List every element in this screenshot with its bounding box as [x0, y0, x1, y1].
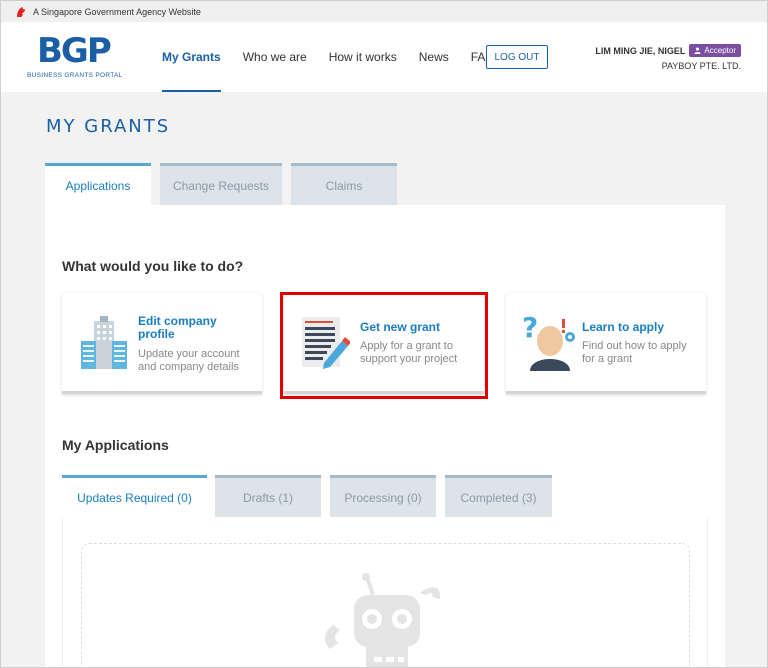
nav-news[interactable]: News [419, 22, 449, 92]
subtab-updates-required[interactable]: Updates Required (0) [62, 475, 207, 517]
building-icon [81, 316, 127, 369]
svg-text:?: ? [522, 311, 538, 344]
subtab-drafts[interactable]: Drafts (1) [215, 475, 321, 517]
card-learn-to-apply[interactable]: ? Learn to apply Find out how to apply f… [506, 293, 706, 394]
singapore-lion-icon [17, 6, 25, 17]
bgp-logo[interactable]: BGP BUSINESS GRANTS PORTAL [27, 34, 122, 84]
page-title: MY GRANTS [46, 116, 171, 137]
action-question: What would you like to do? [62, 258, 244, 274]
nav-my-grants[interactable]: My Grants [162, 22, 221, 92]
my-applications-heading: My Applications [62, 437, 169, 453]
gov-banner: A Singapore Government Agency Website [1, 1, 767, 22]
tab-claims[interactable]: Claims [291, 163, 397, 205]
person-icon [694, 47, 701, 54]
card-title: Edit company profile [138, 314, 217, 341]
site-header: BGP BUSINESS GRANTS PORTAL My Grants Who… [1, 22, 767, 92]
logo-subtitle: BUSINESS GRANTS PORTAL [27, 72, 123, 79]
logo-mark: BGP [37, 31, 112, 71]
nav-who-we-are[interactable]: Who we are [243, 22, 307, 92]
tab-applications[interactable]: Applications [45, 163, 151, 205]
user-info: LIM MING JIE, NIGEL Acceptor PAYBOY PTE.… [595, 44, 741, 71]
subtab-completed[interactable]: Completed (3) [445, 475, 552, 517]
card-edit-company-profile[interactable]: Edit company profile Update your account… [62, 293, 262, 394]
card-description: Find out how to apply for a grant [582, 340, 687, 365]
selection-highlight [280, 292, 488, 399]
role-label: Acceptor [704, 46, 736, 55]
tab-change-requests[interactable]: Change Requests [160, 163, 282, 205]
subtab-processing[interactable]: Processing (0) [330, 475, 436, 517]
role-badge: Acceptor [689, 44, 741, 57]
card-title: Learn to apply [582, 320, 665, 334]
logout-button[interactable]: LOG OUT [486, 45, 548, 69]
gov-banner-text: A Singapore Government Agency Website [33, 6, 201, 17]
robot-icon [325, 573, 441, 667]
main-nav: My Grants Who we are How it works News F… [151, 22, 506, 92]
user-name: LIM MING JIE, NIGEL [595, 45, 686, 56]
browser-frame: A Singapore Government Agency Website BG… [0, 0, 768, 668]
card-description: Update your account and company details [138, 348, 240, 373]
nav-how-it-works[interactable]: How it works [329, 22, 397, 92]
company-name: PAYBOY PTE. LTD. [661, 61, 741, 71]
person-question-icon: ? [522, 311, 575, 371]
